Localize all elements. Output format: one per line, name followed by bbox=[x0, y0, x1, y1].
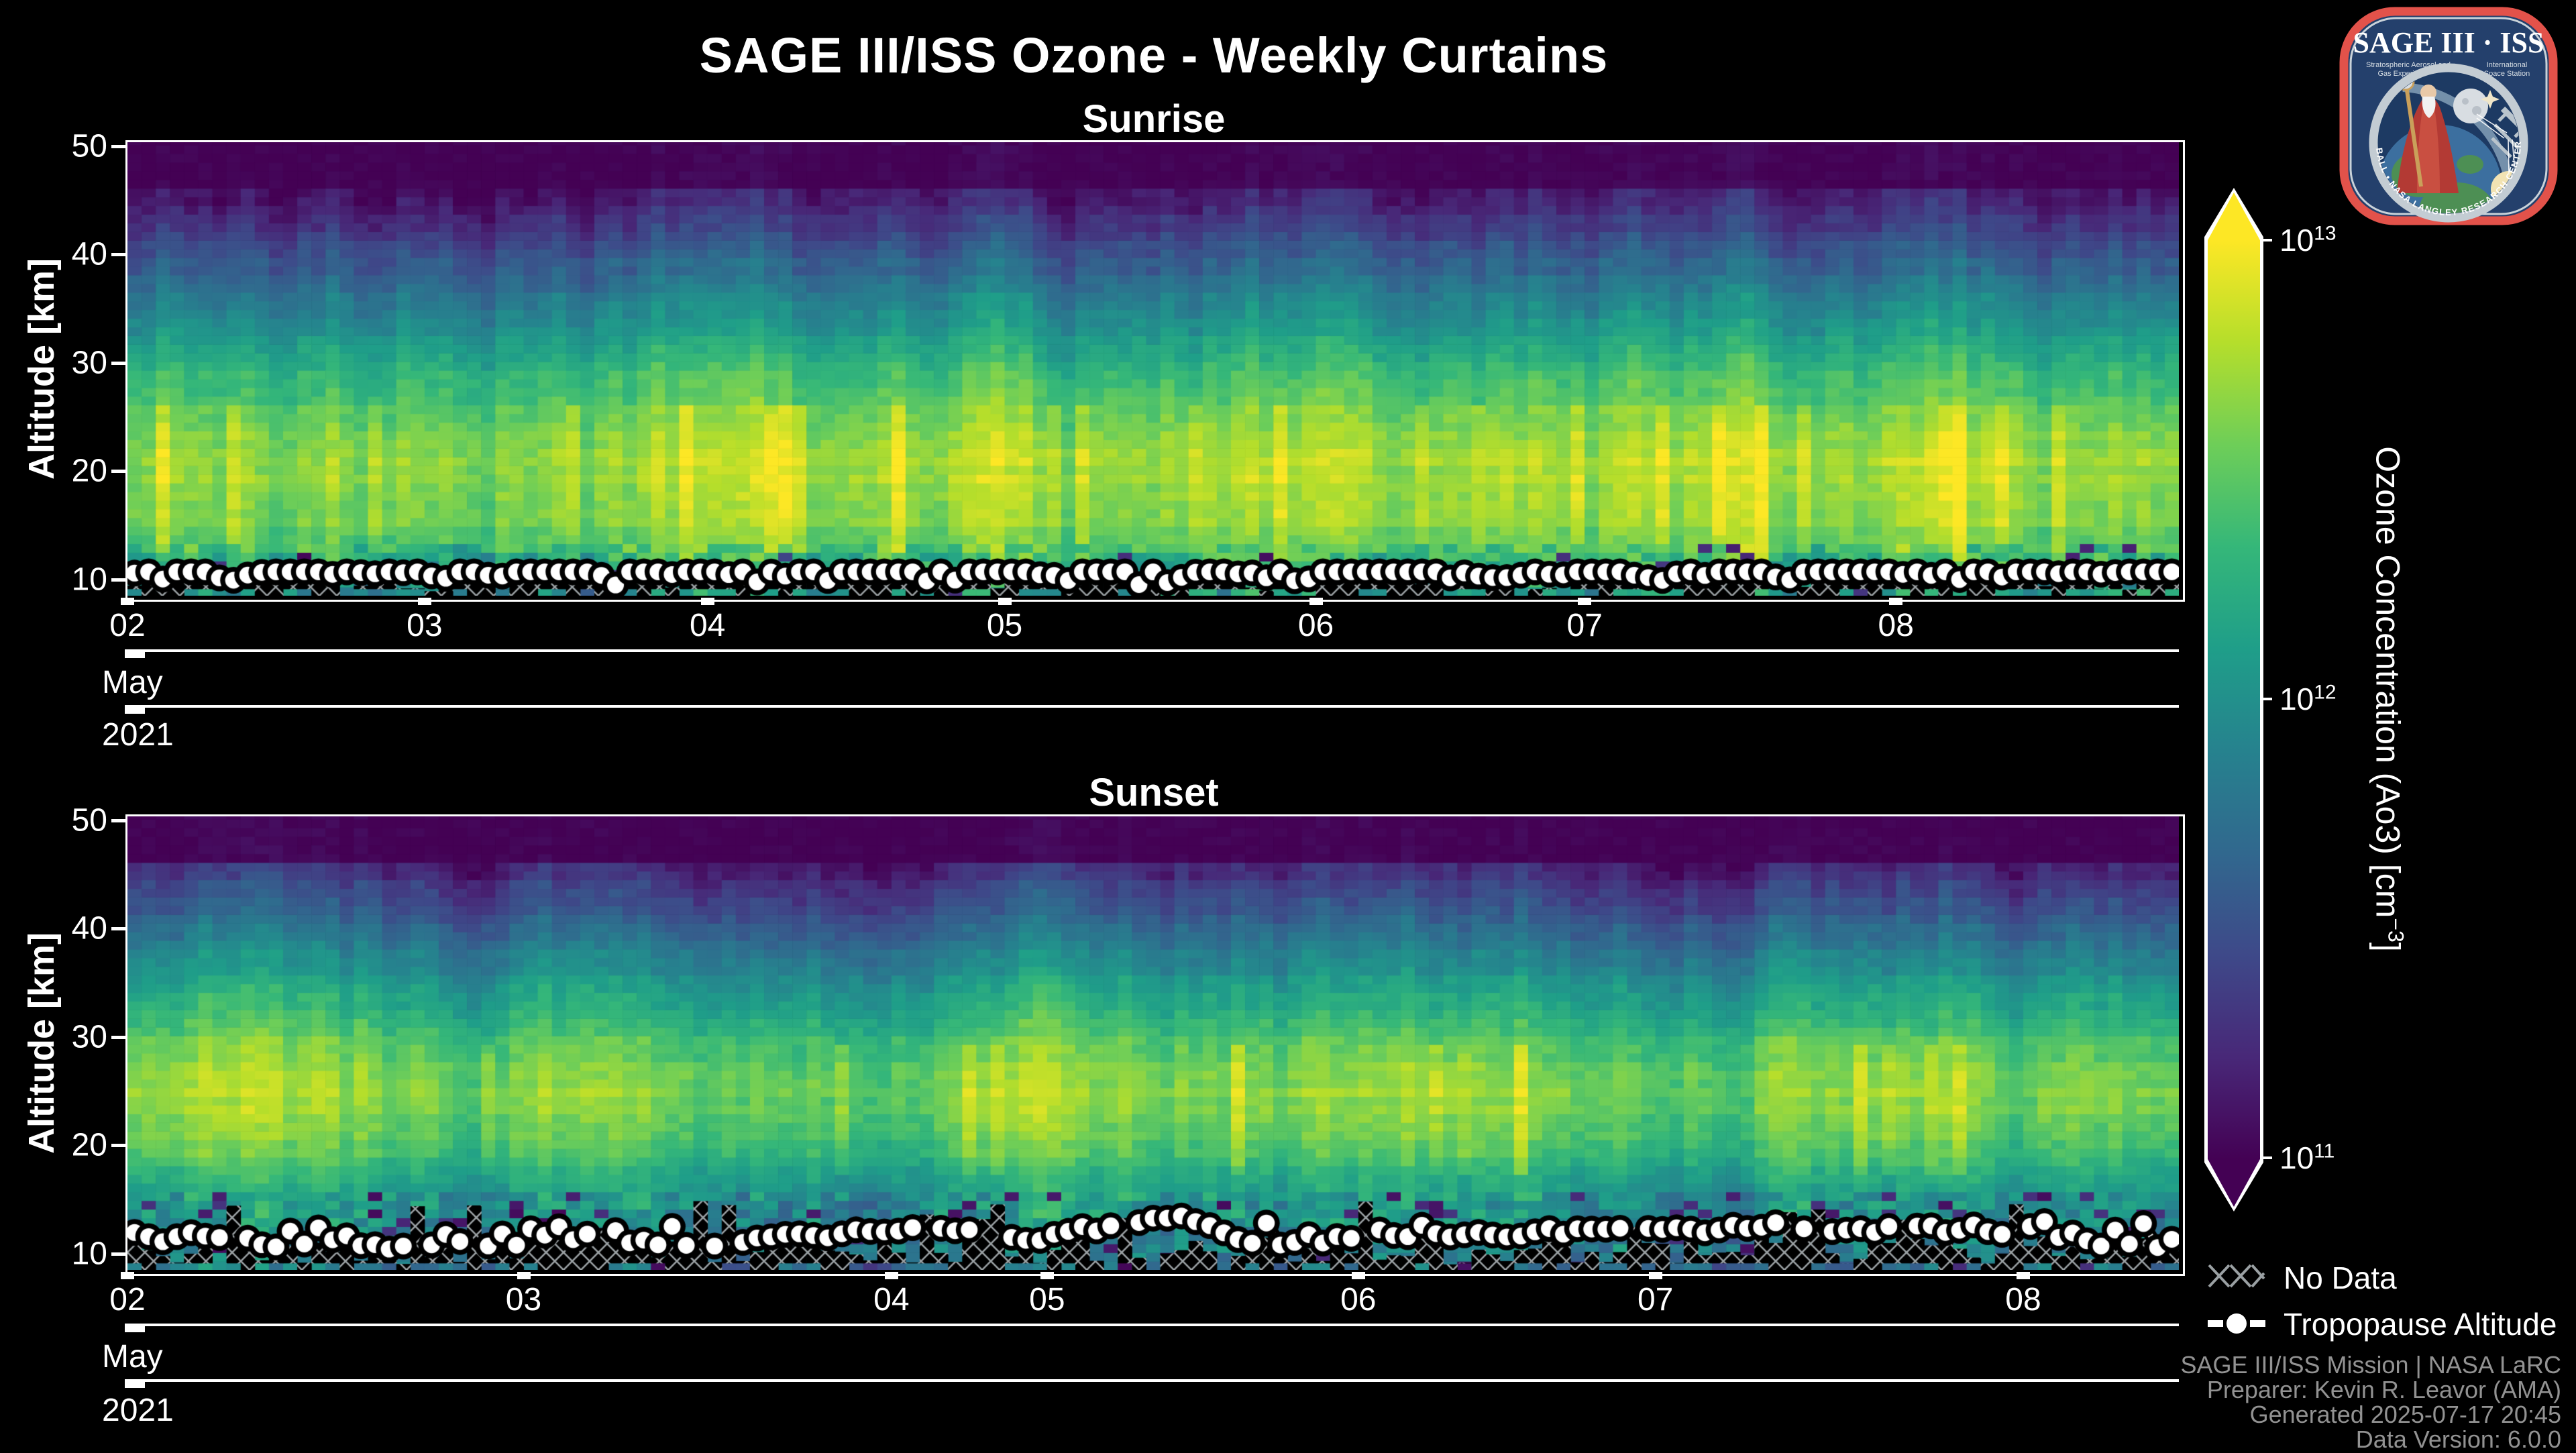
month-axis-tick-sunset bbox=[125, 1324, 145, 1332]
x-tick-label-day-08: 08 bbox=[2005, 1282, 2041, 1317]
x-tick-label-day-02: 02 bbox=[109, 608, 146, 643]
y-tick-label-50: 50 bbox=[71, 802, 107, 839]
y-tick-label-10: 10 bbox=[71, 561, 107, 598]
month-label-sunrise: May bbox=[102, 665, 163, 700]
page-title: SAGE III/ISS Ozone - Weekly Curtains bbox=[699, 28, 1609, 83]
legend-tropopause-label: Tropopause Altitude bbox=[2284, 1307, 2557, 1342]
x-tick-label-day-06: 06 bbox=[1297, 608, 1334, 643]
y-tick-mark-10 bbox=[111, 1252, 126, 1256]
x-tick-mark-day-02 bbox=[121, 1272, 134, 1279]
panel-title-sunset: Sunset bbox=[1089, 771, 1219, 814]
month-axis-line-sunrise bbox=[127, 649, 2179, 652]
y-tick-mark-30 bbox=[111, 361, 126, 365]
x-tick-mark-day-08 bbox=[1889, 598, 1903, 605]
x-tick-mark-day-03 bbox=[417, 598, 431, 605]
year-axis-line-sunrise bbox=[127, 705, 2179, 708]
x-tick-mark-day-05 bbox=[998, 598, 1012, 605]
colorbar-tick-1e13 bbox=[2261, 239, 2272, 241]
x-tick-mark-day-07 bbox=[1578, 598, 1592, 605]
x-tick-mark-day-02 bbox=[121, 598, 134, 605]
y-tick-mark-40 bbox=[111, 253, 126, 257]
y-tick-mark-50 bbox=[111, 818, 126, 822]
y-tick-mark-20 bbox=[111, 470, 126, 474]
y-tick-mark-50 bbox=[111, 144, 126, 148]
year-axis-tick-sunset bbox=[125, 1379, 145, 1388]
x-tick-label-day-07: 07 bbox=[1637, 1282, 1674, 1317]
year-axis-tick-sunrise bbox=[125, 705, 145, 714]
y-tick-label-10: 10 bbox=[71, 1236, 107, 1272]
attribution-preparer: Preparer: Kevin R. Leavor (AMA) bbox=[2206, 1376, 2561, 1403]
year-label-sunset: 2021 bbox=[102, 1393, 174, 1428]
y-tick-label-40: 40 bbox=[71, 910, 107, 947]
month-axis-line-sunset bbox=[127, 1324, 2179, 1326]
y-tick-label-30: 30 bbox=[71, 1019, 107, 1055]
month-axis-tick-sunrise bbox=[125, 649, 145, 658]
colorbar-tick-1e12 bbox=[2261, 698, 2272, 700]
y-tick-label-20: 20 bbox=[71, 453, 107, 489]
y-tick-mark-40 bbox=[111, 927, 126, 931]
x-tick-mark-day-04 bbox=[700, 598, 714, 605]
x-tick-label-day-03: 03 bbox=[505, 1282, 542, 1317]
panel-title-sunrise: Sunrise bbox=[1082, 97, 1226, 141]
sunrise-heatmap-canvas bbox=[127, 142, 2179, 596]
logo-subtitle-right-1: International bbox=[2487, 61, 2528, 69]
x-tick-label-day-08: 08 bbox=[1878, 608, 1914, 643]
attribution-block: SAGE III/ISS Mission | NASA LaRC Prepare… bbox=[1756, 1352, 2561, 1452]
colorbar-tick-1e11 bbox=[2261, 1156, 2272, 1159]
x-tick-label-day-02: 02 bbox=[109, 1282, 146, 1317]
attribution-generated: Generated 2025-07-17 20:45 bbox=[2249, 1401, 2561, 1428]
x-tick-label-day-06: 06 bbox=[1340, 1282, 1377, 1317]
x-tick-mark-day-07 bbox=[1648, 1272, 1662, 1279]
x-tick-mark-day-06 bbox=[1309, 598, 1323, 605]
tropopause-marker-icon bbox=[2208, 1313, 2265, 1334]
y-tick-mark-30 bbox=[111, 1035, 126, 1039]
attribution-version: Data Version: 6.0.0 bbox=[2355, 1425, 2561, 1453]
year-label-sunrise: 2021 bbox=[102, 717, 174, 753]
x-tick-label-day-07: 07 bbox=[1566, 608, 1603, 643]
sunset-heatmap-canvas bbox=[127, 816, 2179, 1270]
month-label-sunset: May bbox=[102, 1339, 163, 1375]
y-tick-label-20: 20 bbox=[71, 1127, 107, 1163]
x-tick-mark-day-05 bbox=[1040, 1272, 1054, 1279]
x-tick-mark-day-04 bbox=[884, 1272, 898, 1279]
y-tick-label-40: 40 bbox=[71, 236, 107, 272]
sage-iii-iss-mission-patch-logo: SAGE III · ISS Stratospheric Aerosol and… bbox=[2339, 7, 2558, 225]
colorbar-title: Ozone Concentration (Ao3) [cm−3] bbox=[2369, 446, 2408, 952]
y-tick-label-30: 30 bbox=[71, 345, 107, 381]
legend-no-data-label: No Data bbox=[2284, 1260, 2397, 1295]
x-tick-mark-day-03 bbox=[517, 1272, 531, 1279]
x-tick-mark-day-06 bbox=[1351, 1272, 1365, 1279]
x-tick-label-day-05: 05 bbox=[986, 608, 1023, 643]
x-tick-label-day-04: 04 bbox=[689, 608, 726, 643]
logo-title: SAGE III · ISS bbox=[2353, 26, 2544, 59]
colorbar-ticklabel-1e11: 1011 bbox=[2279, 1140, 2335, 1175]
y-tick-mark-10 bbox=[111, 578, 126, 582]
x-tick-label-day-04: 04 bbox=[873, 1282, 910, 1317]
x-tick-label-day-03: 03 bbox=[407, 608, 443, 643]
y-tick-mark-20 bbox=[111, 1144, 126, 1148]
y-tick-label-50: 50 bbox=[71, 128, 107, 164]
attribution-mission: SAGE III/ISS Mission | NASA LaRC bbox=[2180, 1351, 2561, 1379]
no-data-hatch-icon bbox=[2208, 1261, 2265, 1289]
colorbar-gradient bbox=[2208, 193, 2260, 1207]
colorbar-ticklabel-1e12: 1012 bbox=[2279, 681, 2337, 716]
x-tick-mark-day-08 bbox=[2017, 1272, 2030, 1279]
colorbar-ticklabel-1e13: 1013 bbox=[2279, 222, 2337, 258]
x-tick-label-day-05: 05 bbox=[1029, 1282, 1065, 1317]
